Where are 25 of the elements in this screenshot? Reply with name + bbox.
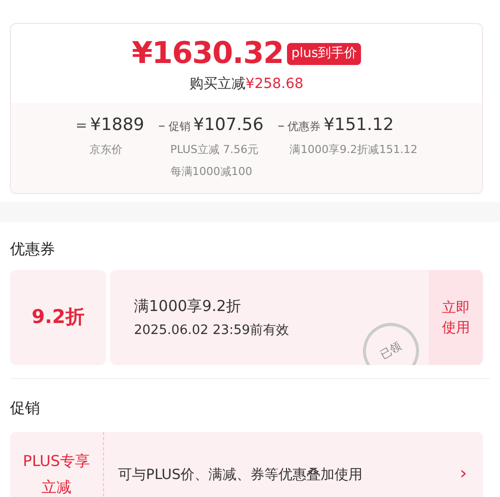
- coupon-discount: 9.2折: [10, 270, 106, 365]
- coupon-validity: 2025.06.02 23:59前有效: [134, 322, 290, 340]
- term-amount: ¥107.56: [193, 114, 264, 137]
- term-note: PLUS立减 7.56元: [169, 142, 260, 158]
- operator: –: [278, 117, 285, 136]
- use-now-button[interactable]: 立即使用: [429, 270, 483, 365]
- term-label: 促销: [168, 119, 190, 135]
- section-title: 促销: [10, 398, 40, 419]
- term-note: 满1000享9.2折减151.12: [288, 142, 418, 158]
- operator: =: [75, 117, 88, 136]
- term-note: 每满1000减100: [169, 164, 254, 180]
- chevron-icon: ›: [460, 432, 483, 486]
- coupon-condition: 满1000享9.2折: [134, 296, 242, 316]
- term-amount: ¥151.12: [324, 114, 394, 137]
- price-tag: plus到手价: [287, 43, 362, 65]
- term-note: 京东价: [88, 142, 124, 158]
- operator: –: [158, 117, 166, 136]
- term-amount: ¥1889: [90, 114, 144, 137]
- promo-description: 可与PLUS价、满减、券等优惠叠加使用: [117, 466, 364, 484]
- saving-text: 购买立减¥258.68: [190, 75, 304, 94]
- promo-row[interactable]: PLUS专享立减 可与PLUS价、满减、券等优惠叠加使用 ›: [10, 432, 483, 497]
- term-label: 优惠券: [288, 119, 321, 135]
- promo-tag: PLUS专享立减: [20, 448, 92, 497]
- section-title: 优惠券: [10, 238, 55, 260]
- final-price: ¥1630.32: [132, 36, 284, 72]
